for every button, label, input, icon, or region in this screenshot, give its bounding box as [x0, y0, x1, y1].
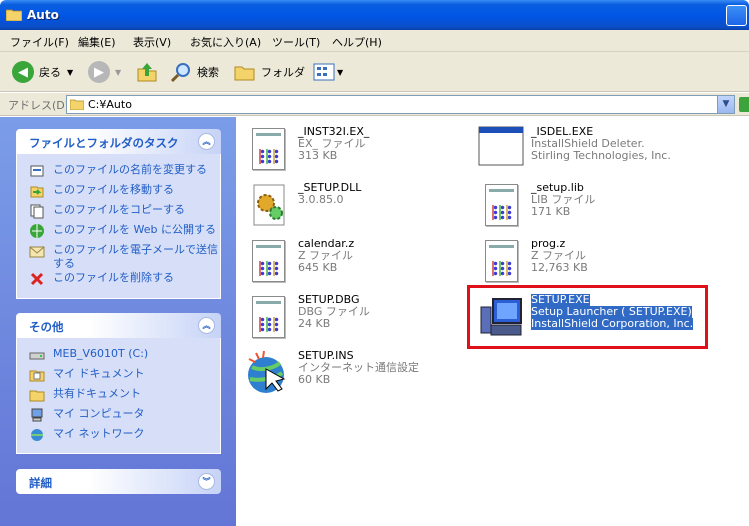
back-button[interactable]: ◀ 戻る ▼ [12, 60, 73, 84]
forward-button[interactable]: ▶ ▼ [88, 60, 121, 84]
menu-file[interactable]: ファイル(F) [10, 34, 69, 50]
shared-folder-icon [29, 390, 45, 402]
document-icon [477, 181, 525, 229]
task-publish-web[interactable]: このファイルを Web に公開する [17, 221, 220, 241]
address-dropdown-button[interactable]: ▼ [717, 96, 734, 113]
document-icon [244, 237, 292, 285]
file-item[interactable]: _SETUP.DLL 3.0.85.0 [244, 181, 464, 237]
place-my-computer[interactable]: マイ コンピュータ [17, 405, 220, 425]
file-item[interactable]: calendar.z Z ファイル 645 KB [244, 237, 464, 293]
place-shared-documents[interactable]: 共有ドキュメント [17, 385, 220, 405]
task-move[interactable]: このファイルを移動する [17, 181, 220, 201]
up-folder-icon [137, 63, 157, 82]
task-delete[interactable]: このファイルを削除する [17, 269, 220, 289]
document-icon [244, 293, 292, 341]
task-pane: ファイルとフォルダのタスク ︽ このファイルの名前を変更する このファイルを移動… [0, 117, 236, 526]
file-item[interactable]: _INST32I.EX_ EX_ ファイル 313 KB [244, 125, 464, 181]
window-app-icon [478, 126, 524, 166]
title-bar: Auto [0, 0, 749, 30]
other-places-panel: その他 ︽ MEB_V6010T (C:) マイ ドキュメント 共有ドキュメント… [16, 313, 221, 454]
collapse-chevron-icon[interactable]: ︽ [198, 133, 215, 150]
panel-header[interactable]: ファイルとフォルダのタスク ︽ [16, 129, 221, 154]
task-copy[interactable]: このファイルをコピーする [17, 201, 220, 221]
document-icon [244, 125, 292, 173]
move-icon [30, 186, 44, 198]
my-documents-icon [29, 370, 45, 382]
folder-icon [70, 99, 84, 110]
panel-title: ファイルとフォルダのタスク [29, 136, 179, 150]
search-button[interactable]: 検索 [170, 60, 219, 84]
window-title: Auto [27, 8, 59, 22]
menu-bar: ファイル(F) 編集(E) 表示(V) お気に入り(A) ツール(T) ヘルプ(… [0, 30, 749, 52]
up-folder-button[interactable] [136, 60, 158, 84]
panel-title: 詳細 [29, 476, 52, 490]
close-button[interactable] [726, 5, 747, 26]
copy-icon [30, 204, 44, 219]
details-panel: 詳細 ︾ [16, 469, 221, 494]
search-icon [170, 63, 190, 83]
address-bar: アドレス(D) C:¥Auto ▼ [0, 93, 749, 116]
place-my-network[interactable]: マイ ネットワーク [17, 425, 220, 445]
drive-icon [29, 352, 45, 360]
menu-tools[interactable]: ツール(T) [272, 34, 320, 50]
rename-icon [30, 165, 44, 177]
back-arrow-icon: ◀ [12, 61, 34, 83]
address-label: アドレス(D) [8, 99, 70, 112]
document-icon [477, 237, 525, 285]
address-input[interactable]: C:¥Auto ▼ [66, 95, 735, 114]
menu-edit[interactable]: 編集(E) [78, 34, 116, 50]
folders-icon [234, 66, 255, 81]
folders-label: フォルダ [261, 66, 305, 79]
dll-gear-icon [253, 184, 285, 226]
folders-button[interactable]: フォルダ [234, 60, 305, 84]
highlight-box [467, 285, 708, 349]
views-icon [313, 63, 335, 81]
collapse-chevron-icon[interactable]: ︽ [198, 317, 215, 334]
place-drive-c[interactable]: MEB_V6010T (C:) [17, 345, 220, 365]
forward-arrow-icon: ▶ [88, 61, 110, 83]
back-label: 戻る [39, 66, 61, 79]
address-path: C:¥Auto [88, 98, 132, 111]
panel-header[interactable]: その他 ︽ [16, 313, 221, 338]
toolbar: ◀ 戻る ▼ ▶ ▼ 検索 フォルダ ▼ [0, 52, 749, 92]
task-email[interactable]: このファイルを電子メールで送信する [17, 241, 220, 270]
menu-help[interactable]: ヘルプ(H) [332, 34, 382, 50]
file-item[interactable]: _setup.lib LIB ファイル 171 KB [477, 181, 697, 237]
my-computer-icon [31, 408, 43, 422]
file-item[interactable]: _ISDEL.EXE InstallShield Deleter. Stirling… [477, 125, 697, 181]
menu-view[interactable]: 表示(V) [133, 34, 171, 50]
file-folder-tasks-panel: ファイルとフォルダのタスク ︽ このファイルの名前を変更する このファイルを移動… [16, 129, 221, 299]
internet-settings-icon [248, 350, 286, 393]
email-icon [29, 246, 45, 258]
delete-icon [30, 272, 44, 286]
folder-icon [6, 9, 22, 21]
file-item[interactable]: SETUP.DBG DBG ファイル 24 KB [244, 293, 464, 349]
place-my-documents[interactable]: マイ ドキュメント [17, 365, 220, 385]
panel-header[interactable]: 詳細 ︾ [16, 469, 221, 494]
expand-chevron-icon[interactable]: ︾ [198, 473, 215, 490]
web-publish-icon [30, 224, 44, 238]
my-network-icon [31, 429, 43, 441]
menu-favorites[interactable]: お気に入り(A) [190, 34, 261, 50]
views-button[interactable]: ▼ [313, 60, 343, 84]
search-label: 検索 [197, 66, 219, 79]
panel-title: その他 [29, 320, 64, 334]
task-rename[interactable]: このファイルの名前を変更する [17, 161, 220, 181]
file-item[interactable]: SETUP.INS インターネット通信設定 60 KB [244, 349, 464, 405]
go-button[interactable] [739, 97, 749, 112]
